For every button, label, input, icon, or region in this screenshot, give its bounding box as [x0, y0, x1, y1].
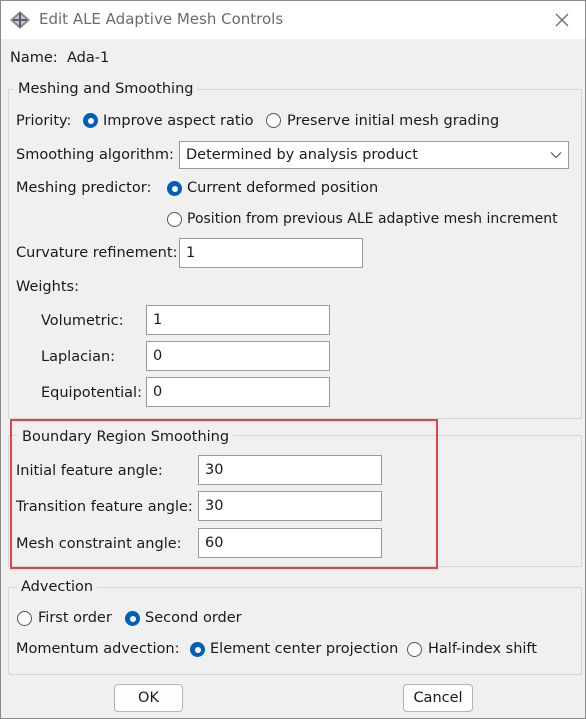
priority-improve-label[interactable]: Improve aspect ratio: [103, 111, 254, 131]
smoothing-algorithm-label: Smoothing algorithm:: [16, 147, 174, 163]
close-button[interactable]: [539, 1, 585, 39]
predictor-previous-label[interactable]: Position from previous ALE adaptive mesh…: [187, 209, 558, 229]
weights-label: Weights:: [16, 279, 79, 295]
laplacian-input[interactable]: 0: [146, 341, 330, 371]
half-index-shift-radio[interactable]: [407, 642, 422, 657]
priority-improve-radio[interactable]: [83, 113, 98, 128]
chevron-down-icon: [550, 152, 562, 159]
laplacian-label: Laplacian:: [41, 349, 116, 365]
priority-preserve-label[interactable]: Preserve initial mesh grading: [287, 111, 499, 131]
element-center-label[interactable]: Element center projection: [210, 639, 398, 659]
predictor-current-label[interactable]: Current deformed position: [187, 178, 378, 198]
first-order-radio[interactable]: [17, 611, 32, 626]
predictor-previous-radio[interactable]: [167, 212, 182, 227]
abaqus-dialog-icon: [10, 11, 30, 29]
curvature-refinement-input[interactable]: 1: [179, 238, 363, 268]
first-order-label[interactable]: First order: [38, 608, 112, 628]
second-order-radio[interactable]: [125, 611, 140, 626]
smoothing-algorithm-select[interactable]: Determined by analysis product: [179, 141, 569, 169]
smoothing-algorithm-value: Determined by analysis product: [186, 147, 418, 163]
advection-group: [8, 587, 582, 675]
name-label: Name:: [10, 50, 58, 66]
momentum-advection-label: Momentum advection:: [16, 641, 180, 657]
second-order-label[interactable]: Second order: [145, 608, 242, 628]
close-icon: [555, 13, 569, 27]
equipotential-label: Equipotential:: [41, 385, 142, 401]
equipotential-input[interactable]: 0: [146, 377, 330, 407]
window-title: Edit ALE Adaptive Mesh Controls: [39, 10, 284, 28]
meshing-smoothing-legend: Meshing and Smoothing: [14, 79, 198, 99]
dialog-window: Edit ALE Adaptive Mesh Controls Name: Ad…: [0, 0, 586, 719]
element-center-radio[interactable]: [190, 642, 205, 657]
curvature-refinement-label: Curvature refinement:: [16, 245, 178, 261]
priority-label: Priority:: [16, 113, 72, 129]
half-index-shift-label[interactable]: Half-index shift: [428, 639, 537, 659]
predictor-current-radio[interactable]: [167, 181, 182, 196]
meshing-predictor-label: Meshing predictor:: [16, 180, 152, 196]
cancel-button[interactable]: Cancel: [403, 684, 473, 712]
title-bar: Edit ALE Adaptive Mesh Controls: [1, 1, 585, 39]
highlight-box: [10, 419, 438, 569]
name-value: Ada-1: [67, 50, 110, 66]
advection-legend: Advection: [17, 577, 98, 597]
volumetric-label: Volumetric:: [41, 313, 124, 329]
volumetric-input[interactable]: 1: [146, 305, 330, 335]
priority-preserve-radio[interactable]: [266, 113, 281, 128]
ok-button[interactable]: OK: [114, 684, 183, 712]
